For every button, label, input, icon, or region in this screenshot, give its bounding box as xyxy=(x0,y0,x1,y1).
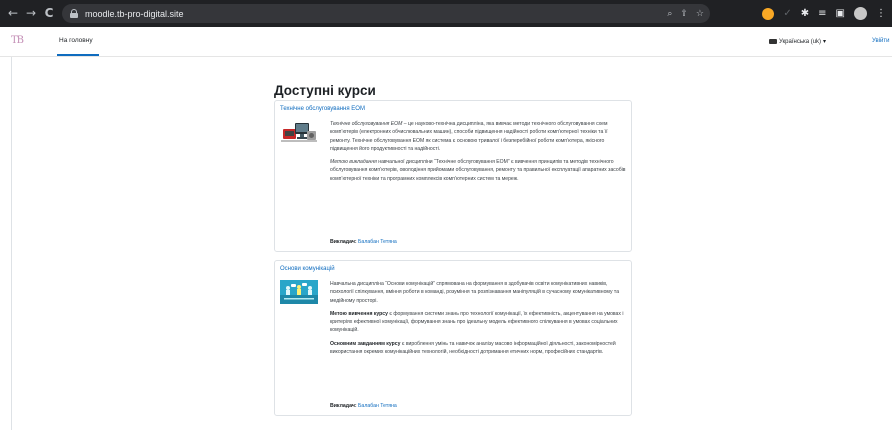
keyboard-icon xyxy=(769,39,777,44)
side-panel-icon[interactable]: ▣ xyxy=(836,8,845,19)
share-icon[interactable]: ⇪ xyxy=(680,9,688,19)
summary-paragraph: Навчальна дисципліна “Основи комунікацій… xyxy=(330,280,627,305)
url-text[interactable]: moodle.tb-pro-digital.site xyxy=(85,9,184,19)
course-title-link[interactable]: Технічне обслуговування ЕОМ xyxy=(280,106,365,112)
site-navbar: TB На головну Українська (uk) ▾ Увійти xyxy=(0,27,892,57)
course-title-link[interactable]: Основи комунікацій xyxy=(280,266,335,272)
course-summary: Навчальна дисципліна “Основи комунікацій… xyxy=(330,280,627,361)
forward-arrow-icon[interactable]: → xyxy=(22,0,40,27)
kebab-menu-icon[interactable]: ⋮ xyxy=(876,8,886,19)
summary-paragraph: Метою вивчення курсу є формування систем… xyxy=(330,310,627,335)
back-arrow-icon[interactable]: ← xyxy=(4,0,22,27)
course-card: Основи комунікацій Навчальна дисципліна … xyxy=(274,260,632,416)
teacher-label: Викладач: xyxy=(330,403,357,409)
course-teacher: Викладач: Балабан Тетяна xyxy=(330,239,397,245)
language-label[interactable]: Українська (uk) xyxy=(779,39,821,45)
zoom-icon[interactable]: ⌕ xyxy=(667,9,672,19)
teacher-link[interactable]: Балабан Тетяна xyxy=(358,403,397,409)
avatar-icon[interactable] xyxy=(854,7,867,20)
summary-emphasis: Метою викладання xyxy=(330,159,377,166)
course-image xyxy=(280,120,318,144)
lock-icon[interactable] xyxy=(70,9,78,18)
summary-paragraph: Метою викладання навчальної дисципліни “… xyxy=(330,158,627,183)
extension-gray-icon[interactable]: ✓ xyxy=(783,8,791,19)
star-icon[interactable]: ☆ xyxy=(696,9,704,19)
summary-paragraph: Основним завданням курсу є вироблення ум… xyxy=(330,340,627,357)
summary-emphasis: Метою вивчення курсу xyxy=(330,310,388,317)
teacher-label: Викладач: xyxy=(330,239,357,245)
summary-emphasis: Основним завданням курсу xyxy=(330,340,401,347)
home-link[interactable]: На головну xyxy=(59,37,93,44)
summary-emphasis: Технічне обслуговування ЕОМ xyxy=(330,121,403,127)
extension-icon[interactable] xyxy=(762,7,775,20)
language-menu[interactable]: Українська (uk) ▾ xyxy=(769,38,826,45)
page-title: Доступні курси xyxy=(274,83,376,98)
left-divider xyxy=(11,57,12,430)
login-link[interactable]: Увійти xyxy=(872,38,889,44)
course-image xyxy=(280,280,318,304)
puzzle-icon[interactable]: ✱ xyxy=(801,8,809,19)
course-card: Технічне обслуговування ЕОМ Технічне обс… xyxy=(274,100,632,252)
browser-toolbar: ← → C moodle.tb-pro-digital.site ⌕ ⇪ ☆ ✓… xyxy=(0,0,892,27)
summary-text: Навчальна дисципліна “Основи комунікацій… xyxy=(330,281,620,304)
course-teacher: Викладач: Балабан Тетяна xyxy=(330,403,397,409)
address-bar[interactable]: moodle.tb-pro-digital.site ⌕ ⇪ ☆ xyxy=(62,4,710,23)
chevron-down-icon: ▾ xyxy=(823,39,827,45)
reload-icon[interactable]: C xyxy=(40,0,58,27)
site-logo[interactable]: TB xyxy=(11,35,24,46)
course-summary: Технічне обслуговування ЕОМ – це науково… xyxy=(330,120,627,188)
reading-list-icon[interactable]: ≡ xyxy=(818,8,826,19)
teacher-link[interactable]: Балабан Тетяна xyxy=(358,239,397,245)
active-tab-indicator xyxy=(57,54,99,56)
summary-paragraph: Технічне обслуговування ЕОМ – це науково… xyxy=(330,120,627,153)
